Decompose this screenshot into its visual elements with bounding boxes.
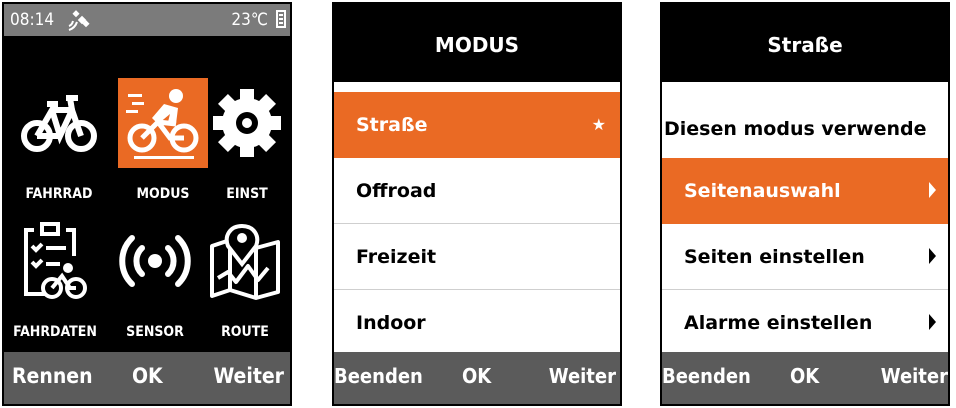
- list-item-label: Indoor: [356, 312, 426, 334]
- modus-screen: MODUS Straße ★ Offroad Freizeit Indoor B…: [332, 2, 622, 406]
- beenden-softkey[interactable]: Beenden: [334, 364, 423, 388]
- list-item-indoor[interactable]: Indoor: [334, 290, 620, 356]
- list-item-alarme-einstellen[interactable]: Alarme einstellen: [662, 290, 948, 356]
- list-item-label: Freizeit: [356, 246, 437, 268]
- map-pin-icon: [210, 223, 280, 300]
- softkey-bar: Beenden OK Weiter: [662, 352, 948, 404]
- tile-modus[interactable]: MODUS: [116, 84, 210, 208]
- beenden-softkey[interactable]: Beenden: [662, 364, 751, 388]
- list-item-freizeit[interactable]: Freizeit: [334, 224, 620, 290]
- list-item-label: Seitenauswahl: [684, 180, 841, 202]
- ok-softkey[interactable]: OK: [790, 364, 819, 388]
- list-item-use-mode[interactable]: Diesen modus verwende: [662, 94, 948, 164]
- weiter-softkey[interactable]: Weiter: [881, 364, 948, 388]
- main-menu-screen: 08:14 23℃ FAHRRAD MODUS EINST FAHRDATEN …: [2, 2, 292, 406]
- strasse-screen: Straße Diesen modus verwende Seitenauswa…: [660, 2, 950, 406]
- list-item-offroad[interactable]: Offroad: [334, 158, 620, 224]
- status-bar: 08:14 23℃: [4, 4, 290, 36]
- tile-label: SENSOR: [126, 324, 184, 340]
- list-item-seiten-einstellen[interactable]: Seiten einstellen: [662, 224, 948, 290]
- bicycle-icon: [21, 95, 97, 152]
- tile-label: MODUS: [136, 186, 190, 202]
- weiter-softkey[interactable]: Weiter: [213, 364, 284, 388]
- list-item-label: Diesen modus verwende: [664, 118, 927, 140]
- star-icon: ★: [591, 115, 606, 134]
- tile-route[interactable]: ROUTE: [198, 222, 290, 346]
- list-item-label: Seiten einstellen: [684, 246, 865, 268]
- tile-sensor[interactable]: SENSOR: [108, 222, 202, 346]
- tile-einst[interactable]: EINST: [200, 84, 290, 208]
- temperature: 23℃: [231, 10, 268, 30]
- screen-title: MODUS: [334, 4, 620, 82]
- tile-fahrrad[interactable]: FAHRRAD: [12, 84, 106, 208]
- ok-softkey[interactable]: OK: [462, 364, 491, 388]
- list-item-label: Straße: [356, 114, 428, 136]
- chevron-right-icon: [929, 248, 936, 264]
- screen-title: Straße: [662, 4, 948, 82]
- ok-softkey[interactable]: OK: [132, 364, 163, 388]
- list-item-label: Alarme einstellen: [684, 312, 873, 334]
- sensor-signal-icon: [119, 235, 191, 287]
- tile-fahrdaten[interactable]: FAHRDATEN: [8, 222, 102, 346]
- cyclist-icon: [126, 89, 199, 159]
- softkey-bar: Beenden OK Weiter: [334, 352, 620, 404]
- satellite-icon: [68, 10, 90, 31]
- battery-icon: [276, 10, 286, 28]
- rennen-softkey[interactable]: Rennen: [12, 364, 93, 388]
- gear-icon: [213, 89, 281, 157]
- tile-label: EINST: [226, 186, 268, 202]
- tile-label: FAHRRAD: [25, 186, 93, 202]
- list-item-seitenauswahl[interactable]: Seitenauswahl: [662, 158, 948, 224]
- chevron-right-icon: [929, 314, 936, 330]
- softkey-bar: Rennen OK Weiter: [4, 352, 290, 404]
- list-item-strasse[interactable]: Straße ★: [334, 92, 620, 158]
- chevron-right-icon: [929, 182, 936, 198]
- clipboard-cyclist-icon: [24, 222, 87, 299]
- clock: 08:14: [10, 10, 55, 30]
- tile-label: FAHRDATEN: [13, 324, 97, 340]
- list-item-label: Offroad: [356, 180, 437, 202]
- weiter-softkey[interactable]: Weiter: [549, 364, 616, 388]
- tile-label: ROUTE: [221, 324, 269, 340]
